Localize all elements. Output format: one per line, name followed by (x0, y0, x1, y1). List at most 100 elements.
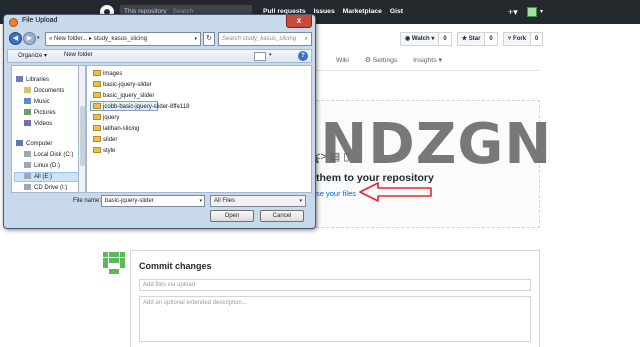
view-caret-icon[interactable]: ▾ (269, 52, 272, 58)
nav-libraries[interactable]: Libraries (16, 76, 49, 83)
history-dropdown-icon[interactable]: ▾ (37, 35, 40, 41)
nav-documents[interactable]: Documents (24, 87, 64, 94)
avatar-block (114, 258, 119, 263)
star-button[interactable]: ★ Star (456, 32, 486, 46)
avatar-block (103, 252, 108, 257)
nav-label: Videos (34, 121, 53, 127)
cancel-button[interactable]: Cancel (260, 210, 304, 222)
watch-count[interactable]: 0 (439, 32, 452, 46)
tab-divider (316, 70, 540, 71)
computer-icon (16, 140, 23, 146)
view-options-icon[interactable] (254, 52, 266, 61)
file-upload-dialog: File Upload x ◀ ▶ ▾ « New folder... ▸ st… (3, 14, 316, 229)
file-label: latihan-slicing (103, 126, 140, 132)
nav-linux-d[interactable]: Linux (D:) (24, 162, 60, 169)
folder-icon (93, 92, 101, 98)
folder-icon (93, 136, 101, 142)
nav-gist[interactable]: Gist (390, 8, 403, 15)
list-item[interactable]: latihan-slicing (93, 125, 139, 132)
list-item[interactable]: basic_jquery_slider (93, 92, 154, 99)
file-name-label: File name: (73, 198, 102, 204)
file-name-value: basic-jquery-slider (105, 198, 154, 204)
choose-files-link[interactable]: se your files (316, 189, 356, 198)
file-name-input[interactable]: basic-jquery-slider ▾ (101, 195, 205, 207)
commit-description-input[interactable]: Add an optional extended description... (139, 296, 531, 342)
navigation-scrollbar[interactable] (78, 65, 86, 193)
dialog-toolbar: Organize ▾ New folder ▾ ? (7, 49, 312, 63)
list-item[interactable]: jquery (93, 114, 119, 121)
address-caret-icon[interactable]: ▾ (194, 33, 197, 45)
scrollbar-thumb[interactable] (80, 106, 85, 166)
avatar-block (120, 263, 125, 268)
navigation-pane: Libraries Documents Music Pictures Video… (11, 65, 86, 193)
dialog-title: File Upload (22, 17, 58, 24)
create-new-button[interactable]: +▾ (508, 0, 518, 24)
file-label: slider (103, 137, 118, 143)
user-avatar[interactable] (527, 7, 537, 17)
search-icon: ⌕ (304, 36, 308, 42)
music-icon (24, 98, 31, 104)
nav-label: CD Drive (I:) (34, 185, 68, 191)
address-path: « New folder... ▸ study_kasus_slicing (49, 36, 148, 42)
folder-icon (93, 125, 101, 131)
fork-button[interactable]: ⑂ Fork (502, 32, 532, 46)
commit-form: Commit changes Add files via upload Add … (130, 250, 540, 347)
avatar-block (120, 252, 125, 257)
help-icon[interactable]: ? (298, 51, 308, 61)
list-item[interactable]: slider (93, 136, 117, 143)
folder-search-input[interactable]: Search study_kasus_slicing ⌕ (218, 32, 312, 46)
close-button[interactable]: x (286, 15, 312, 28)
nav-label: Pictures (34, 110, 56, 116)
file-label: images (103, 71, 123, 77)
back-icon[interactable]: ◀ (9, 32, 22, 45)
list-item[interactable]: images (93, 70, 122, 77)
pictures-icon (24, 109, 31, 115)
folder-icon (93, 114, 101, 120)
nav-label: Computer (26, 141, 53, 147)
user-menu-caret-icon[interactable]: ▾ (540, 0, 543, 24)
documents-icon (24, 87, 31, 93)
list-item[interactable]: basic-jquery-slider (93, 81, 152, 88)
nav-issues[interactable]: Issues (314, 8, 335, 15)
nav-music[interactable]: Music (24, 98, 50, 105)
new-folder-button[interactable]: New folder (64, 52, 93, 58)
drive-icon (24, 162, 31, 168)
file-type-select[interactable]: All Files ▾ (210, 195, 306, 207)
organize-button[interactable]: Organize ▾ (18, 52, 47, 59)
address-row: ◀ ▶ ▾ « New folder... ▸ study_kasus_slic… (7, 31, 312, 47)
star-count[interactable]: 0 (485, 32, 498, 46)
forward-icon[interactable]: ▶ (23, 32, 36, 45)
red-arrow-icon (359, 182, 432, 202)
folder-icon (93, 103, 101, 109)
file-label: style (103, 148, 116, 154)
file-name-dropdown-icon[interactable]: ▾ (199, 196, 202, 206)
commit-summary-input[interactable]: Add files via upload (139, 279, 531, 291)
avatar-block (114, 269, 119, 274)
nav-cd-drive-i[interactable]: CD Drive (I:) (24, 184, 67, 191)
fork-count[interactable]: 0 (531, 32, 544, 46)
tab-settings[interactable]: ⚙ Settings (365, 57, 398, 64)
avatar-block (114, 252, 119, 257)
file-list: images basic-jquery-slider basic_jquery_… (86, 65, 312, 193)
open-button[interactable]: Open (210, 210, 254, 222)
tab-insights[interactable]: Insights ▾ (413, 57, 442, 64)
nav-pictures[interactable]: Pictures (24, 109, 56, 116)
list-item[interactable]: jcobb-basic-jquery-slider-8ffe118 (93, 103, 190, 110)
file-label: basic_jquery_slider (103, 93, 155, 99)
folder-search-placeholder: Search study_kasus_slicing (222, 36, 297, 42)
nav-computer[interactable]: Computer (16, 140, 52, 147)
tab-wiki[interactable]: Wiki (336, 57, 349, 64)
repo-tabs: Wiki ⚙ Settings Insights ▾ (336, 56, 456, 64)
list-item[interactable]: style (93, 147, 115, 154)
file-label: jquery (103, 115, 120, 121)
nav-videos[interactable]: Videos (24, 120, 52, 127)
committer-avatar (103, 252, 125, 274)
nav-local-disk-c[interactable]: Local Disk (C:) (24, 151, 73, 158)
watch-button[interactable]: ◉ Watch ▾ (400, 32, 440, 46)
file-label: jcobb-basic-jquery-slider-8ffe118 (103, 104, 190, 110)
nav-all-e[interactable]: All (E:) (24, 173, 52, 180)
refresh-icon[interactable]: ↻ (203, 32, 215, 46)
file-type-dropdown-icon: ▾ (299, 198, 302, 204)
address-bar[interactable]: « New folder... ▸ study_kasus_slicing ▾ (45, 32, 201, 46)
nav-marketplace[interactable]: Marketplace (343, 8, 382, 15)
